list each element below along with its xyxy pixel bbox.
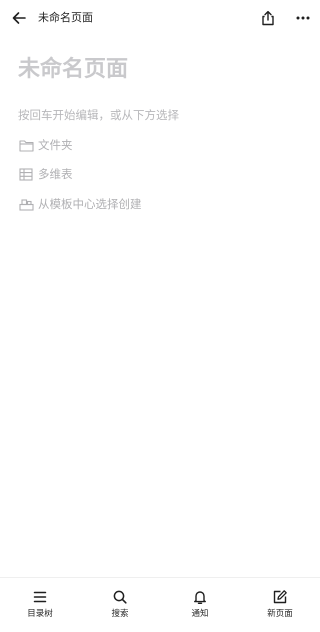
tab-search[interactable]: 搜索 [80,578,160,632]
tab-new-page-label: 新页面 [267,609,293,619]
share-button[interactable] [258,8,278,28]
more-horizontal-icon [296,16,310,20]
edit-icon [270,587,290,607]
create-folder-option[interactable]: 文件夹 [18,136,73,154]
tab-search-label: 搜索 [111,609,129,619]
header-title: 未命名页面 [38,11,93,24]
top-bar: 未命名页面 [0,0,320,38]
share-icon [262,10,274,26]
editor-hint: 按回车开始编辑，或从下方选择 [18,108,179,122]
search-icon [110,587,130,607]
tab-new-page[interactable]: 新页面 [240,578,320,632]
tab-directory-tree-label: 目录树 [27,609,53,619]
folder-icon [18,137,34,153]
tab-notifications-label: 通知 [191,609,209,619]
template-icon [18,196,34,212]
table-icon [18,166,34,182]
page-title-input[interactable]: 未命名页面 [18,56,128,84]
template-center-option[interactable]: 从模板中心选择创建 [18,195,142,213]
create-folder-label: 文件夹 [38,138,73,152]
more-button[interactable] [293,8,313,28]
arrow-left-icon [12,12,26,24]
bottom-tab-bar: 目录树 搜索 通知 新页面 [0,577,320,632]
menu-icon [30,587,50,607]
create-table-label: 多维表 [38,167,73,181]
bell-icon [190,587,210,607]
template-center-label: 从模板中心选择创建 [38,197,142,211]
back-button[interactable] [8,7,30,29]
create-table-option[interactable]: 多维表 [18,165,73,183]
tab-directory-tree[interactable]: 目录树 [0,578,80,632]
tab-notifications[interactable]: 通知 [160,578,240,632]
